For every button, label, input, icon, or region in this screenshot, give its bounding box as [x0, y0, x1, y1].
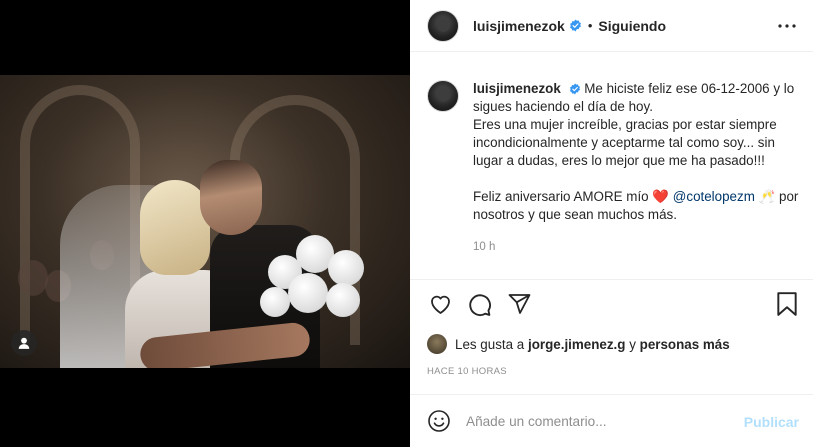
- post-header: luisjimenezok • Siguiendo: [410, 0, 813, 52]
- caption-timestamp: 10 h: [473, 241, 496, 253]
- caption-text-line2: Eres una mujer increíble, gracias por es…: [473, 117, 777, 168]
- likes-prefix: Les gusta a: [455, 336, 525, 352]
- user-tag-icon[interactable]: [11, 330, 37, 356]
- post-actions: [426, 290, 801, 320]
- mention-link[interactable]: @cotelopezm: [673, 189, 755, 204]
- likes-summary: Les gusta a jorge.jimenez.g y personas m…: [427, 334, 730, 354]
- separator-dot: •: [587, 18, 593, 33]
- post-username[interactable]: luisjimenezok: [473, 18, 565, 34]
- comment-input[interactable]: [466, 413, 726, 429]
- post-caption: luisjimenezok Me hiciste feliz ese 06-12…: [427, 80, 802, 256]
- toast-emoji: 🥂: [758, 189, 776, 204]
- likes-connector: y: [629, 336, 636, 352]
- caption-body: luisjimenezok Me hiciste feliz ese 06-12…: [473, 80, 802, 256]
- emoji-icon[interactable]: [426, 408, 452, 434]
- publish-button[interactable]: Publicar: [744, 414, 799, 430]
- caption-avatar[interactable]: [427, 80, 459, 112]
- comment-icon[interactable]: [465, 290, 493, 318]
- avatar[interactable]: [427, 9, 459, 42]
- more-options-icon[interactable]: [777, 16, 797, 36]
- post-timestamp[interactable]: HACE 10 HORAS: [427, 366, 507, 377]
- divider: [410, 279, 813, 280]
- likes-others-link[interactable]: personas más: [640, 337, 730, 352]
- caption-text-line3: Feliz aniversario AMORE mío: [473, 189, 649, 204]
- caption-username[interactable]: luisjimenezok: [473, 81, 561, 96]
- wedding-photo[interactable]: [0, 75, 410, 368]
- bookmark-icon[interactable]: [773, 290, 801, 318]
- verified-badge-icon: [569, 83, 581, 95]
- avatar[interactable]: [427, 334, 447, 354]
- post-side-panel: luisjimenezok • Siguiendo luisjimenezok …: [410, 0, 813, 447]
- verified-badge-icon: [569, 19, 582, 32]
- post-media-panel: [0, 0, 410, 447]
- comment-bar: Publicar: [410, 394, 813, 447]
- heart-icon[interactable]: [426, 290, 454, 318]
- paper-plane-icon[interactable]: [505, 290, 533, 318]
- following-button[interactable]: Siguiendo: [598, 18, 666, 34]
- red-heart-emoji: ❤️: [652, 189, 670, 204]
- likes-user-link[interactable]: jorge.jimenez.g: [528, 337, 625, 352]
